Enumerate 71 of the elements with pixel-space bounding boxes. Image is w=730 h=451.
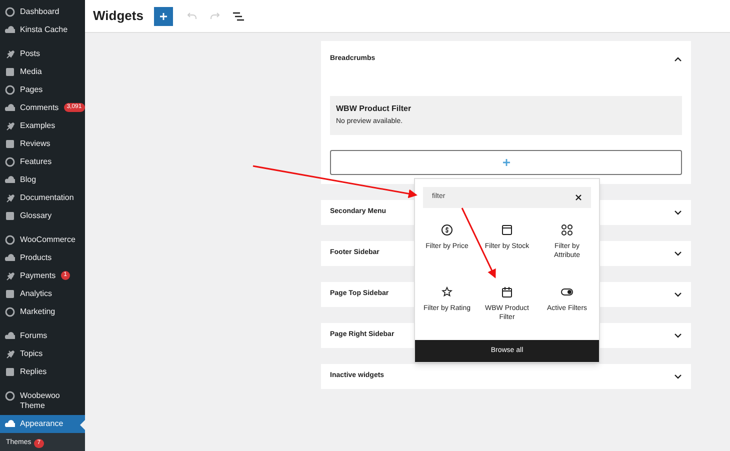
page-title: Widgets — [93, 7, 144, 26]
menu-icon — [5, 367, 15, 377]
menu-label: Appearance — [20, 419, 64, 429]
menu-label: Forums — [20, 331, 48, 341]
sidebar-item[interactable]: Marketing — [0, 303, 85, 321]
menu-label: Woobewoo Theme — [20, 391, 61, 411]
menu-label: Pages — [20, 85, 44, 95]
expand-chevron-icon[interactable] — [674, 332, 682, 338]
calendar-icon — [501, 286, 513, 298]
menu-label: Media — [20, 67, 43, 77]
menu-icon — [5, 419, 15, 429]
sidebar-item[interactable]: Products — [0, 249, 85, 267]
menu-icon — [5, 193, 15, 203]
star-icon — [441, 286, 453, 298]
sidebar-item[interactable]: Forums — [0, 327, 85, 345]
collapse-chevron-icon[interactable] — [674, 56, 682, 62]
sidebar-item[interactable]: Features — [0, 153, 85, 171]
menu-label: Features — [20, 157, 53, 167]
menu-label: Kinsta Cache — [20, 25, 69, 35]
menu-icon — [5, 331, 15, 341]
sidebar-item[interactable]: Glossary — [0, 207, 85, 225]
menu-icon — [5, 49, 15, 59]
menu-label: Topics — [20, 349, 44, 359]
menu-icon — [5, 121, 15, 131]
sidebar-item[interactable]: Posts — [0, 45, 85, 63]
menu-label: Marketing — [20, 307, 56, 317]
block-title: WBW Product Filter — [336, 103, 412, 115]
toggle-icon — [561, 286, 573, 298]
list-view-icon[interactable] — [233, 12, 244, 20]
menu-label: Blog — [20, 175, 38, 185]
plus-icon — [502, 158, 510, 166]
menu-label: Products — [20, 253, 53, 263]
sidebar-item[interactable]: WooCommerce — [0, 231, 85, 249]
menu-label: Payments — [20, 271, 56, 281]
add-block-button[interactable] — [330, 150, 682, 174]
sidebar-item[interactable]: Media — [0, 63, 85, 81]
menu-icon — [5, 391, 15, 401]
menu-label: Analytics — [20, 289, 54, 299]
dollar-coin-icon — [441, 224, 453, 236]
sidebar-item[interactable]: Woobewoo Theme — [0, 387, 85, 415]
expand-chevron-icon[interactable] — [674, 292, 682, 296]
sidebar-item[interactable]: Replies — [0, 363, 85, 381]
plus-icon — [159, 12, 168, 20]
sidebar-item[interactable]: Dashboard — [0, 3, 85, 21]
sidebar-item[interactable]: Kinsta Cache — [0, 21, 85, 39]
sidebar-item[interactable]: Examples — [0, 117, 85, 135]
sidebar-item[interactable]: Blog — [0, 171, 85, 189]
menu-label: Examples — [20, 121, 56, 131]
sidebar-item[interactable]: Documentation — [0, 189, 85, 207]
box-icon — [501, 224, 513, 236]
clear-icon[interactable] — [575, 194, 582, 201]
menu-label: Documentation — [20, 193, 72, 203]
sidebar-item[interactable]: Appearance — [0, 415, 85, 433]
expand-chevron-icon[interactable] — [674, 210, 682, 214]
add-block-button[interactable] — [154, 6, 174, 26]
sidebar-item[interactable]: Topics — [0, 345, 85, 363]
menu-label: Glossary — [20, 211, 53, 221]
four-circles-icon — [561, 224, 573, 236]
menu-icon — [5, 349, 15, 359]
menu-label: Posts — [20, 49, 42, 59]
menu-label: Reviews — [20, 139, 52, 149]
sidebar-item[interactable]: Analytics — [0, 285, 85, 303]
menu-icon — [5, 211, 15, 221]
menu-icon — [5, 271, 15, 281]
menu-label: Comments — [20, 103, 59, 113]
sidebar-item[interactable]: Pages — [0, 81, 85, 99]
menu-label: Replies — [20, 367, 48, 377]
expand-chevron-icon[interactable] — [674, 250, 682, 256]
sidebar-item[interactable]: Reviews — [0, 135, 85, 153]
expand-chevron-icon[interactable] — [674, 374, 682, 378]
menu-label: Dashboard — [20, 7, 60, 17]
